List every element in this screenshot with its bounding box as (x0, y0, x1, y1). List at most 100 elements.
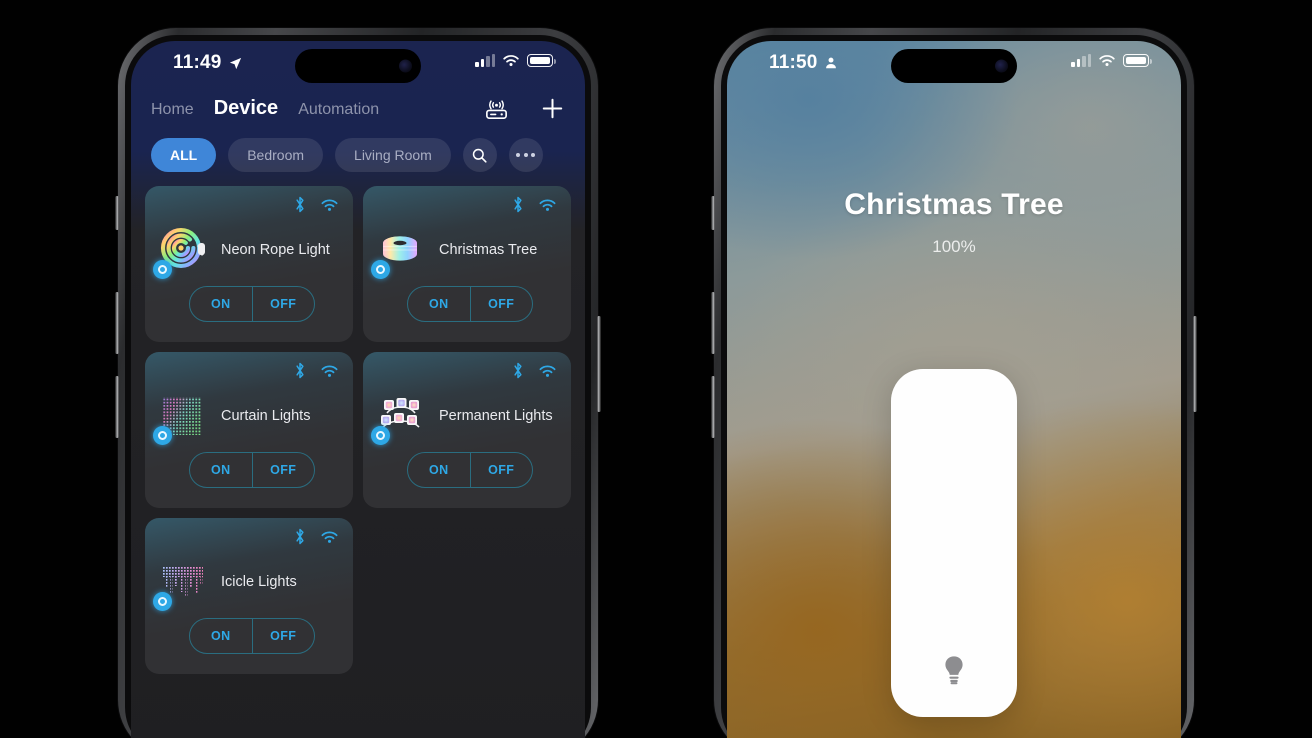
room-filter-bar: ALL Bedroom Living Room (151, 137, 569, 173)
status-bar-time-group: 11:49 (173, 52, 243, 74)
wifi-icon (539, 365, 556, 377)
power-status-badge (371, 260, 390, 279)
chip-all[interactable]: ALL (151, 138, 217, 172)
off-button[interactable]: OFF (471, 453, 533, 487)
wifi-icon (321, 199, 338, 211)
permanent-outdoor-lights-icon (371, 389, 429, 445)
device-power-toggle: ON OFF (189, 618, 315, 654)
brightness-slider[interactable] (891, 369, 1017, 717)
device-card-body: Permanent Lights (371, 384, 559, 448)
device-card[interactable]: Neon Rope Light ON OFF (145, 186, 353, 342)
device-name: Neon Rope Light (221, 242, 330, 258)
bluetooth-icon (514, 362, 522, 379)
status-bar-time-group: 11:50 (769, 52, 838, 74)
gateway-router-icon[interactable] (483, 95, 510, 122)
battery-full-icon (527, 54, 556, 67)
device-power-toggle: ON OFF (407, 452, 533, 488)
device-card[interactable]: Icicle Lights ON OFF (145, 518, 353, 674)
front-camera-icon (399, 59, 412, 73)
on-button[interactable]: ON (408, 287, 471, 321)
search-icon[interactable] (462, 138, 497, 172)
device-card[interactable]: Permanent Lights ON OFF (363, 352, 571, 508)
wifi-icon (321, 531, 338, 543)
bluetooth-icon (296, 362, 304, 379)
bluetooth-icon (296, 528, 304, 545)
device-list-app: 11:49 Home Device Automation ALL Bedroom… (131, 41, 585, 738)
battery-full-icon (1123, 54, 1152, 67)
volume-up-button-left[interactable] (115, 292, 119, 354)
connectivity-icons (294, 196, 339, 213)
dynamic-island-right (891, 49, 1017, 83)
person-icon (825, 57, 836, 69)
status-bar-time: 11:49 (173, 52, 222, 73)
dynamic-island-left (295, 49, 421, 83)
on-button[interactable]: ON (408, 453, 471, 487)
volume-up-button-right[interactable] (711, 292, 715, 354)
page-title: Christmas Tree (844, 188, 1064, 221)
action-button-left[interactable] (115, 196, 119, 230)
cellular-signal-icon (1071, 54, 1091, 67)
brightness-value: 100% (932, 237, 976, 256)
on-button[interactable]: ON (190, 453, 253, 487)
device-card-body: Curtain Lights (153, 384, 341, 448)
connectivity-icons (512, 196, 557, 213)
off-button[interactable]: OFF (471, 287, 533, 321)
front-camera-icon (995, 59, 1008, 73)
more-horizontal-icon[interactable] (508, 138, 543, 172)
device-card[interactable]: Curtain Lights ON OFF (145, 352, 353, 508)
status-bar-indicators (475, 54, 556, 67)
bluetooth-icon (514, 196, 522, 213)
device-card[interactable]: Christmas Tree ON OFF (363, 186, 571, 342)
on-button[interactable]: ON (190, 287, 253, 321)
plus-icon[interactable] (540, 96, 565, 121)
screen-right: 11:50 Christmas Tree 100% (727, 41, 1181, 738)
nav-actions (483, 87, 565, 129)
off-button[interactable]: OFF (253, 619, 315, 653)
location-arrow-icon (229, 57, 241, 69)
device-grid: Neon Rope Light ON OFF Christmas Tree ON… (145, 186, 571, 738)
tab-automation[interactable]: Automation (298, 101, 379, 119)
status-bar-time: 11:50 (769, 52, 818, 73)
device-card-body: Neon Rope Light (153, 218, 341, 282)
curtain-lights-icon (153, 389, 211, 445)
device-name: Permanent Lights (439, 408, 553, 424)
scene-root: 11:49 Home Device Automation ALL Bedroom… (0, 0, 1312, 738)
wifi-icon (503, 55, 519, 67)
lightbulb-icon (941, 654, 967, 691)
status-bar-indicators (1071, 54, 1152, 67)
volume-down-button-right[interactable] (711, 376, 715, 438)
off-button[interactable]: OFF (253, 453, 315, 487)
cellular-signal-icon (475, 54, 495, 67)
power-status-badge (371, 426, 390, 445)
device-list-phone: 11:49 Home Device Automation ALL Bedroom… (115, 28, 601, 738)
bluetooth-icon (296, 196, 304, 213)
device-power-toggle: ON OFF (189, 286, 315, 322)
device-detail-app: 11:50 Christmas Tree 100% (727, 41, 1181, 738)
power-status-badge (153, 426, 172, 445)
power-status-badge (153, 260, 172, 279)
action-button-right[interactable] (711, 196, 715, 230)
device-power-toggle: ON OFF (407, 286, 533, 322)
tab-device[interactable]: Device (214, 97, 279, 120)
top-navigation-left: Home Device Automation (131, 87, 585, 129)
wifi-icon (1099, 55, 1115, 67)
off-button[interactable]: OFF (253, 287, 315, 321)
connectivity-icons (512, 362, 557, 379)
screen-left: 11:49 Home Device Automation ALL Bedroom… (131, 41, 585, 738)
on-button[interactable]: ON (190, 619, 253, 653)
device-card-body: Christmas Tree (371, 218, 559, 282)
device-power-toggle: ON OFF (189, 452, 315, 488)
connectivity-icons (294, 362, 339, 379)
chip-bedroom[interactable]: Bedroom (228, 138, 324, 172)
power-button-left[interactable] (597, 316, 601, 412)
status-bar-left: 11:49 (131, 41, 585, 85)
connectivity-icons (294, 528, 339, 545)
power-button-right[interactable] (1193, 316, 1197, 412)
device-card-body: Icicle Lights (153, 550, 341, 614)
volume-down-button-left[interactable] (115, 376, 119, 438)
chip-living-room[interactable]: Living Room (335, 138, 451, 172)
tab-home[interactable]: Home (151, 101, 194, 119)
device-name: Curtain Lights (221, 408, 311, 424)
wifi-icon (321, 365, 338, 377)
status-bar-right: 11:50 (727, 41, 1181, 85)
